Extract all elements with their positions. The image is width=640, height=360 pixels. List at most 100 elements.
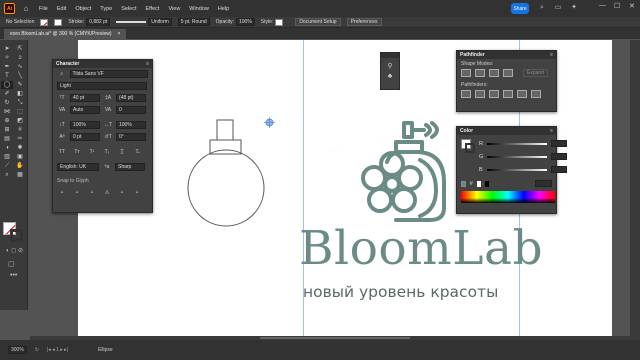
width-tool-icon[interactable]: ⋈ [1,108,13,116]
zoom-tool-icon[interactable]: ⌕ [1,171,13,179]
print-tiling-icon[interactable]: ▦ [14,171,26,179]
opacity-field[interactable]: 100% [236,18,255,26]
snap-anchor-icon[interactable]: ▵ [132,188,142,196]
color-stroke-swatch[interactable] [465,143,475,153]
style-swatch[interactable] [275,18,284,26]
panel-menu-icon[interactable]: ≡ [146,61,149,67]
black-swatch[interactable] [484,180,489,187]
direct-selection-tool-icon[interactable]: ⇱ [14,45,26,53]
baseline-shift-field[interactable]: 0 pt [70,133,100,141]
minus-back-icon[interactable] [531,90,541,98]
color-spectrum[interactable] [461,191,555,203]
document-tab[interactable]: eoro BloomLab.ai* @ 300 % (CMYK/Preview)… [4,29,127,39]
green-value-field[interactable] [551,153,568,160]
stroke-swatch[interactable] [54,18,63,26]
pathfinder-panel-title[interactable]: Pathfinder [460,52,485,58]
blue-value-field[interactable] [550,166,567,173]
menu-view[interactable]: View [168,6,180,12]
live-paint-icon[interactable]: ◩ [14,117,26,125]
menu-edit[interactable]: Edit [57,6,66,12]
red-value-field[interactable] [550,140,567,147]
symbols-icon[interactable]: ♣ [381,73,399,80]
preferences-button[interactable]: Preferences [346,18,382,26]
expand-button[interactable]: Expand [523,69,548,77]
stroke-profile[interactable] [116,19,147,25]
artboard-nav-icon[interactable]: |◂ ◂ 1 ▸ ▸| [47,347,68,353]
menu-window[interactable]: Window [189,6,209,12]
tracking-field[interactable]: 0 [116,106,146,114]
stroke-swatch-tool[interactable] [10,229,23,242]
maximize-icon[interactable]: ☐ [614,2,620,10]
white-swatch[interactable] [476,180,481,187]
artboard-tool-icon[interactable]: ▣ [14,153,26,161]
menu-type[interactable]: Type [100,6,112,12]
ellipse-tool-icon[interactable]: ◯ [1,81,13,89]
zoom-field[interactable]: 300% [8,346,27,354]
pathfinder-menu-icon[interactable]: ≡ [550,52,553,58]
swap-colors-icon[interactable]: ◐ ◻ ⊘ [6,247,23,254]
menu-file[interactable]: File [39,6,48,12]
document-setup-button[interactable]: Document Setup [295,18,341,26]
strikethrough-icon[interactable]: T̶ [132,148,142,156]
last-color-swatch[interactable] [461,180,466,187]
share-button[interactable]: Share [511,3,529,14]
underline-icon[interactable]: T̲ [117,148,127,156]
symbol-sprayer-icon[interactable]: ✺ [14,144,26,152]
leading-field[interactable]: (48 pt) [116,94,146,102]
blue-slider[interactable] [486,168,547,171]
menu-effect[interactable]: Effect [146,6,160,12]
profile-dropdown[interactable]: Uniform [148,18,172,26]
snap-glyph-bounds-icon[interactable]: ▵ [87,188,97,196]
language-dropdown[interactable]: English: UK [57,163,99,171]
character-panel-title[interactable]: Character [56,61,79,67]
minimize-icon[interactable]: — [599,2,606,9]
green-slider[interactable] [487,155,548,158]
fill-swatch[interactable] [40,18,49,26]
stroke-weight-field[interactable]: 0,882 pt [86,18,111,26]
hex-value-field[interactable] [534,180,552,187]
shaper-tool-icon[interactable]: ✐ [1,90,13,98]
rotate-tool-icon[interactable]: ↻ [1,99,13,107]
mesh-tool-icon[interactable]: # [14,126,26,134]
perspective-grid-icon[interactable]: ⊞ [1,126,13,134]
vertical-scrollbar[interactable] [630,40,640,340]
font-family-field[interactable]: Tilda Sans VF [69,70,148,78]
curvature-tool-icon[interactable]: ∿ [14,63,26,71]
kerning-field[interactable]: Auto [70,106,100,114]
horizontal-scroll-thumb[interactable] [260,337,410,339]
red-slider[interactable] [486,142,547,145]
menu-help[interactable]: Help [218,6,229,12]
pen-tool-icon[interactable]: ✒ [1,63,13,71]
superscript-icon[interactable]: T¹ [87,148,97,156]
divide-icon[interactable] [461,90,471,98]
slice-tool-icon[interactable]: ⟋ [1,162,13,170]
color-menu-icon[interactable]: ≡ [550,128,553,134]
more-tools-icon[interactable]: ••• [10,272,17,279]
menu-select[interactable]: Select [121,6,136,12]
fill-stroke-widget[interactable] [3,222,23,242]
rotation-field[interactable]: 0° [116,133,146,141]
type-tool-icon[interactable]: T [1,72,13,80]
selection-tool-icon[interactable]: ➤ [1,45,13,53]
search-icon[interactable]: ⌕ [537,3,547,13]
crop-icon[interactable] [503,90,513,98]
snap-angular-icon[interactable]: ▵ [117,188,127,196]
exclude-icon[interactable] [503,69,513,77]
snap-proximity-icon[interactable]: ◬ [102,188,112,196]
all-caps-icon[interactable]: TT [57,148,67,156]
puppet-warp-icon[interactable]: ⚲ [381,62,399,70]
scale-tool-icon[interactable]: ⤡ [14,99,26,107]
magic-wand-icon[interactable]: ✧ [1,54,13,62]
vertical-scale-field[interactable]: 100% [70,121,100,129]
free-transform-icon[interactable]: ⬚ [14,108,26,116]
draw-mode-icon[interactable]: ▢ [8,260,15,268]
subscript-icon[interactable]: T₁ [102,148,112,156]
snap-xheight-icon[interactable]: ▵ [72,188,82,196]
horizontal-scale-field[interactable]: 100% [116,121,146,129]
close-window-icon[interactable]: ✕ [629,2,635,10]
blend-tool-icon[interactable]: ◑ [1,144,13,152]
shape-builder-icon[interactable]: ⊕ [1,117,13,125]
small-caps-icon[interactable]: Tт [72,148,82,156]
gradient-tool-icon[interactable]: ▤ [1,135,13,143]
merge-icon[interactable] [489,90,499,98]
